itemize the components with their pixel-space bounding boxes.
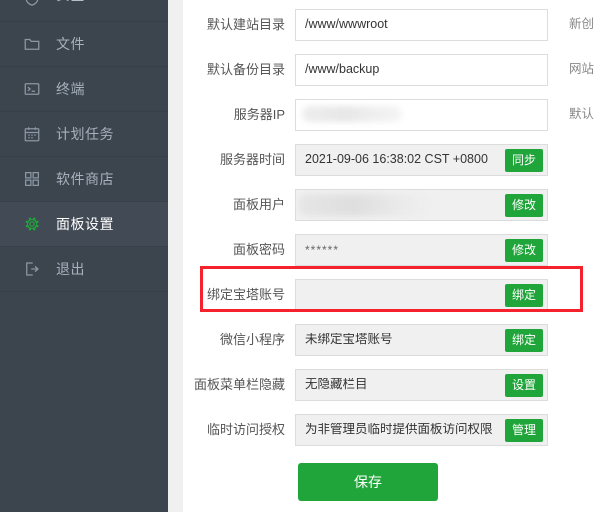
row-hint: 新创 bbox=[569, 17, 595, 32]
sidebar-item-label: 文件 bbox=[56, 36, 85, 52]
sidebar-item-files[interactable]: 文件 bbox=[0, 22, 168, 67]
sidebar-item-label: 终端 bbox=[56, 81, 85, 97]
folder-icon bbox=[22, 34, 42, 54]
row-label: 服务器IP bbox=[233, 107, 285, 122]
sidebar-item-security[interactable]: 安全 bbox=[0, 0, 168, 22]
form-row-bt-account: 绑定宝塔账号 绑定 bbox=[183, 272, 603, 317]
field-value: ****** bbox=[305, 243, 340, 256]
calendar-icon bbox=[22, 124, 42, 144]
bind-wechat-button[interactable]: 绑定 bbox=[504, 328, 543, 352]
gear-icon bbox=[22, 214, 42, 234]
row-hint: 默认 bbox=[569, 107, 595, 122]
save-button[interactable]: 保存 bbox=[298, 462, 438, 501]
wechat-miniprogram-field: 未绑定宝塔账号 绑定 bbox=[295, 323, 548, 356]
row-label: 服务器时间 bbox=[219, 152, 285, 167]
sidebar-item-panel-settings[interactable]: 面板设置 bbox=[0, 202, 168, 247]
settings-form: 默认建站目录 /www/wwwroot 新创 默认备份目录 /www/backu… bbox=[183, 0, 603, 512]
hidden-menu-field: 无隐藏栏目 设置 bbox=[295, 368, 548, 401]
redacted-value bbox=[298, 193, 438, 216]
form-row: 面板用户 修改 bbox=[183, 182, 603, 227]
row-label: 默认建站目录 bbox=[206, 17, 285, 32]
panel-settings-screen: 安全 文件 终端 bbox=[0, 0, 603, 512]
row-hint: 网站 bbox=[569, 62, 595, 77]
logout-icon bbox=[22, 259, 42, 279]
field-value: /www/wwwroot bbox=[305, 18, 388, 31]
manage-temporary-access-button[interactable]: 管理 bbox=[504, 418, 543, 442]
edit-panel-user-button[interactable]: 修改 bbox=[504, 193, 543, 217]
row-label: 面板用户 bbox=[232, 197, 285, 212]
row-label: 微信小程序 bbox=[219, 332, 285, 347]
sidebar-item-label: 面板设置 bbox=[56, 216, 114, 232]
backup-dir-input[interactable]: /www/backup bbox=[295, 53, 548, 86]
row-label: 临时访问授权 bbox=[206, 422, 285, 437]
field-value: 为非管理员临时提供面板访问权限 bbox=[305, 423, 493, 436]
server-time-field: 2021-09-06 16:38:02 CST +0800 同步 bbox=[295, 143, 548, 176]
form-row: 微信小程序 未绑定宝塔账号 绑定 bbox=[183, 317, 603, 362]
field-value: 未绑定宝塔账号 bbox=[305, 333, 393, 346]
panel-user-field: 修改 bbox=[295, 188, 548, 221]
sidebar-item-cron[interactable]: 计划任务 bbox=[0, 112, 168, 157]
temporary-access-field: 为非管理员临时提供面板访问权限 管理 bbox=[295, 413, 548, 446]
field-value: 2021-09-06 16:38:02 CST +0800 bbox=[305, 153, 488, 166]
bind-bt-account-button[interactable]: 绑定 bbox=[504, 283, 543, 307]
sidebar-item-terminal[interactable]: 终端 bbox=[0, 67, 168, 112]
server-ip-input[interactable] bbox=[295, 98, 548, 131]
grid-apps-icon bbox=[22, 169, 42, 189]
sidebar-item-label: 退出 bbox=[56, 261, 85, 277]
form-row: 临时访问授权 为非管理员临时提供面板访问权限 管理 bbox=[183, 407, 603, 452]
form-row: 默认备份目录 /www/backup 网站 bbox=[183, 47, 603, 92]
form-row: 服务器IP 默认 bbox=[183, 92, 603, 137]
sidebar-item-logout[interactable]: 退出 bbox=[0, 247, 168, 292]
sidebar-content-gap bbox=[168, 0, 183, 512]
field-value: 无隐藏栏目 bbox=[305, 378, 368, 391]
sidebar-item-label: 安全 bbox=[56, 0, 85, 2]
site-root-input[interactable]: /www/wwwroot bbox=[295, 8, 548, 41]
sidebar-nav: 安全 文件 终端 bbox=[0, 0, 168, 512]
redacted-value bbox=[302, 105, 402, 122]
sync-time-button[interactable]: 同步 bbox=[504, 148, 543, 172]
panel-password-field: ****** 修改 bbox=[295, 233, 548, 266]
field-value: /www/backup bbox=[305, 63, 380, 76]
form-row: 默认建站目录 /www/wwwroot 新创 bbox=[183, 2, 603, 47]
save-row: 保存 bbox=[183, 452, 603, 501]
configure-hidden-menu-button[interactable]: 设置 bbox=[504, 373, 543, 397]
row-label: 面板密码 bbox=[232, 242, 285, 257]
bind-bt-account-field: 绑定 bbox=[295, 278, 548, 311]
edit-panel-password-button[interactable]: 修改 bbox=[504, 238, 543, 262]
form-row: 面板密码 ****** 修改 bbox=[183, 227, 603, 272]
terminal-icon bbox=[22, 79, 42, 99]
form-row: 面板菜单栏隐藏 无隐藏栏目 设置 bbox=[183, 362, 603, 407]
sidebar-item-app-store[interactable]: 软件商店 bbox=[0, 157, 168, 202]
row-label: 面板菜单栏隐藏 bbox=[193, 377, 285, 392]
row-label: 绑定宝塔账号 bbox=[206, 287, 285, 302]
row-label: 默认备份目录 bbox=[206, 62, 285, 77]
form-row: 服务器时间 2021-09-06 16:38:02 CST +0800 同步 bbox=[183, 137, 603, 182]
sidebar-item-label: 计划任务 bbox=[56, 126, 114, 142]
sidebar-item-label: 软件商店 bbox=[56, 171, 114, 187]
shield-icon bbox=[22, 0, 42, 8]
